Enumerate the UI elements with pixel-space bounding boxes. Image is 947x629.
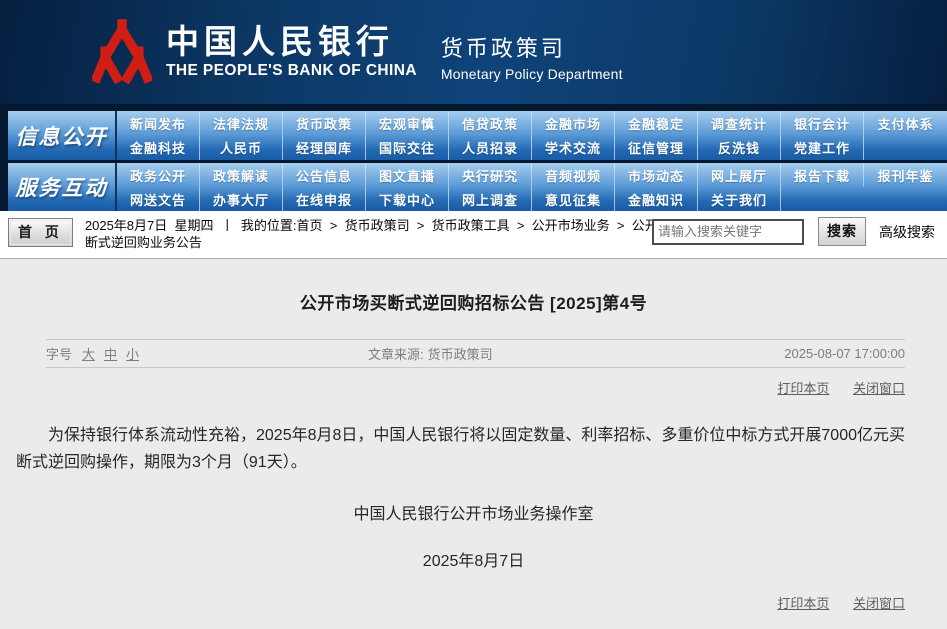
nav-item[interactable]: 在线申报 — [283, 187, 366, 211]
breadcrumb-bar: 首 页 2025年8月7日 星期四 丨 我的位置:首页 > 货币政策司 > 货币… — [0, 211, 947, 259]
home-button[interactable]: 首 页 — [8, 218, 73, 247]
nav-band-info-disclosure: 信息公开 新闻发布 法律法规 货币政策 宏观审慎 信贷政策 金融市场 金融稳定 调查统计 银行会… — [8, 111, 947, 160]
nav-menu-grid: 政务公开 政策解读 公告信息 图文直播 央行研究 音频视频 市场动态 网上展厅 报告下载 报刊年鉴… — [117, 163, 947, 211]
dept-name-en: Monetary Policy Department — [440, 65, 623, 82]
article-title: 公开市场买断式逆回购招标公告 [2025]第4号 — [299, 294, 648, 313]
nav-item[interactable]: 支付体系 — [864, 111, 947, 136]
nav-item[interactable]: 报刊年鉴 — [864, 163, 947, 187]
article-signature: 中国人民银行公开市场业务操作室 — [353, 506, 594, 523]
nav-item[interactable]: 意见征集 — [532, 187, 615, 211]
nav-section-label[interactable]: 服务互动 — [8, 163, 117, 211]
advanced-search-link[interactable]: 高级搜索 — [879, 222, 935, 242]
nav-item[interactable]: 网送文告 — [117, 187, 200, 211]
main-navigation: 信息公开 新闻发布 法律法规 货币政策 宏观审慎 信贷政策 金融市场 金融稳定 调查统计 银行会… — [0, 104, 947, 211]
nav-item[interactable]: 学术交流 — [532, 135, 615, 160]
nav-item[interactable]: 经理国库 — [283, 135, 366, 160]
article-body: 为保持银行体系流动性充裕，2025年8月8日，中国人民银行将以固定数量、利率招标… — [16, 427, 905, 471]
nav-item[interactable]: 调查统计 — [698, 111, 781, 136]
nav-item[interactable]: 下载中心 — [366, 187, 449, 211]
nav-item[interactable]: 反洗钱 — [698, 135, 781, 160]
nav-item[interactable]: 人民币 — [200, 135, 283, 160]
close-window-link[interactable]: 关闭窗口 — [853, 381, 905, 396]
nav-band-services: 服务互动 政务公开 政策解读 公告信息 图文直播 央行研究 音频视频 市场动态 网上展厅 报告下… — [8, 163, 947, 211]
nav-row: 金融科技 人民币 经理国库 国际交往 人员招录 学术交流 征信管理 反洗钱 党建工作 — [117, 135, 947, 161]
dept-title-block: 货币政策司 Monetary Policy Department — [440, 35, 623, 82]
nav-row: 新闻发布 法律法规 货币政策 宏观审慎 信贷政策 金融市场 金融稳定 调查统计 银行会计 支付体系 — [117, 111, 947, 136]
nav-item[interactable]: 法律法规 — [200, 111, 283, 136]
source-value: 货币政策司 — [427, 347, 493, 362]
nav-item[interactable]: 政务公开 — [117, 163, 200, 187]
nav-item-empty — [781, 187, 864, 211]
nav-item[interactable]: 市场动态 — [615, 163, 698, 187]
pboc-logo-icon[interactable] — [90, 17, 154, 87]
article-date: 2025年8月7日 — [422, 553, 525, 570]
source-label: 文章来源: — [368, 347, 424, 362]
font-size-medium[interactable]: 中 — [104, 344, 117, 363]
nav-section-label[interactable]: 信息公开 — [8, 111, 117, 160]
print-page-link[interactable]: 打印本页 — [777, 596, 829, 611]
dept-name-cn: 货币政策司 — [440, 35, 566, 61]
article-source: 文章来源: 货币政策司 — [368, 344, 784, 363]
nav-item[interactable]: 央行研究 — [449, 163, 532, 187]
font-size-small[interactable]: 小 — [126, 344, 139, 363]
article-panel: 公开市场买断式逆回购招标公告 [2025]第4号 字号 大 中 小 文章来源: 货… — [0, 259, 947, 629]
search-area: 搜索 高级搜索 — [652, 217, 935, 246]
nav-item[interactable]: 音频视频 — [532, 163, 615, 187]
nav-item[interactable]: 金融知识 — [615, 187, 698, 211]
nav-item[interactable]: 办事大厅 — [200, 187, 283, 211]
nav-item[interactable]: 关于我们 — [698, 187, 781, 211]
search-input[interactable] — [652, 218, 804, 245]
nav-item-empty — [864, 187, 947, 211]
close-window-link[interactable]: 关闭窗口 — [853, 596, 905, 611]
nav-item-empty — [864, 136, 947, 161]
nav-item[interactable]: 银行会计 — [781, 111, 864, 136]
nav-item[interactable]: 人员招录 — [449, 135, 532, 160]
article-actions-top: 打印本页 关闭窗口 — [0, 368, 947, 397]
font-size-large[interactable]: 大 — [82, 344, 95, 363]
nav-item[interactable]: 信贷政策 — [449, 111, 532, 136]
nav-item[interactable]: 金融稳定 — [615, 111, 698, 136]
bank-name-cn: 中国人民银行 — [166, 21, 394, 61]
nav-item[interactable]: 国际交往 — [366, 135, 449, 160]
nav-item[interactable]: 金融市场 — [532, 111, 615, 136]
search-button[interactable]: 搜索 — [818, 217, 866, 246]
site-header: 中国人民银行 THE PEOPLE'S BANK OF CHINA 货币政策司 … — [0, 0, 947, 104]
print-page-link[interactable]: 打印本页 — [777, 381, 829, 396]
nav-item[interactable]: 公告信息 — [283, 163, 366, 187]
font-size-label: 字号 — [46, 347, 73, 362]
article-timestamp: 2025-08-07 17:00:00 — [784, 346, 905, 361]
font-size-controls: 字号 大 中 小 — [46, 344, 368, 363]
nav-item[interactable]: 图文直播 — [366, 163, 449, 187]
nav-menu-grid: 新闻发布 法律法规 货币政策 宏观审慎 信贷政策 金融市场 金融稳定 调查统计 银行会计 支付体系… — [117, 111, 947, 160]
nav-row: 网送文告 办事大厅 在线申报 下载中心 网上调查 意见征集 金融知识 关于我们 — [117, 187, 947, 211]
nav-item[interactable]: 金融科技 — [117, 135, 200, 160]
nav-item[interactable]: 货币政策 — [283, 111, 366, 136]
nav-item[interactable]: 政策解读 — [200, 163, 283, 187]
breadcrumb[interactable]: 2025年8月7日 星期四 丨 我的位置:首页 > 货币政策司 > 货币政策工具… — [85, 217, 697, 251]
nav-item[interactable]: 网上调查 — [449, 187, 532, 211]
bank-name-en: THE PEOPLE'S BANK OF CHINA — [166, 61, 417, 79]
article-meta-row: 字号 大 中 小 文章来源: 货币政策司 2025-08-07 17:00:00 — [0, 340, 947, 367]
nav-row: 政务公开 政策解读 公告信息 图文直播 央行研究 音频视频 市场动态 网上展厅 报告下载 报刊年鉴 — [117, 163, 947, 187]
nav-item[interactable]: 网上展厅 — [698, 163, 781, 187]
nav-item[interactable]: 新闻发布 — [117, 111, 200, 136]
nav-item[interactable]: 宏观审慎 — [366, 111, 449, 136]
bank-title-block: 中国人民银行 THE PEOPLE'S BANK OF CHINA — [166, 21, 417, 80]
nav-item[interactable]: 党建工作 — [781, 135, 864, 160]
nav-item[interactable]: 报告下载 — [781, 163, 864, 187]
article-actions-bottom: 打印本页 关闭窗口 — [0, 571, 947, 612]
nav-item[interactable]: 征信管理 — [615, 135, 698, 160]
